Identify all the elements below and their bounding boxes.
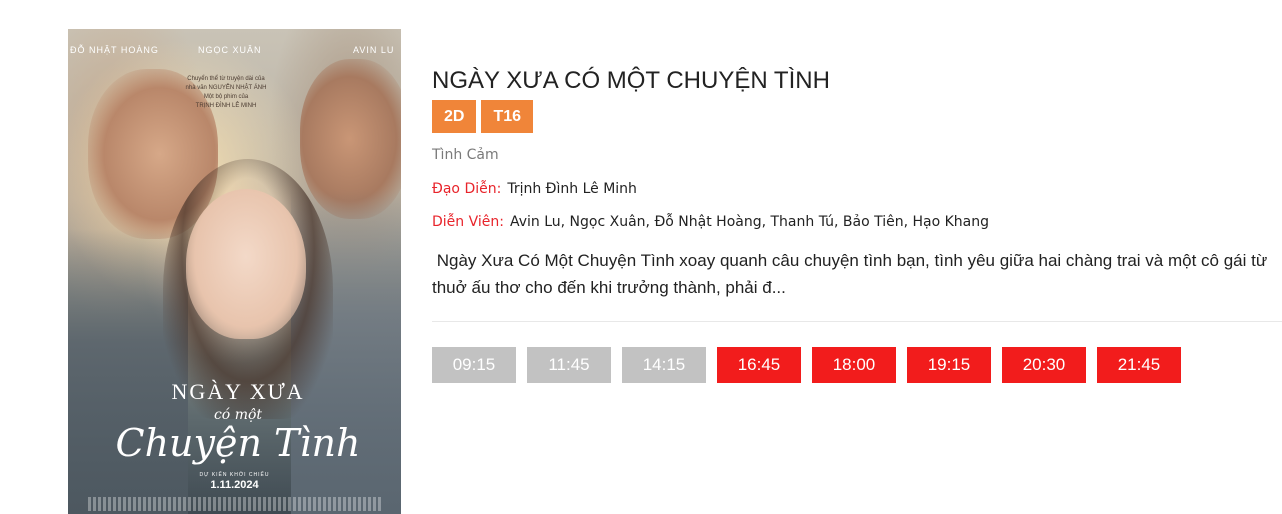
showtime-button[interactable]: 21:45 <box>1097 347 1181 383</box>
format-badge: 2D <box>432 100 477 133</box>
director-value: Trịnh Đình Lê Minh <box>507 181 637 197</box>
movie-title[interactable]: NGÀY XƯA CÓ MỘT CHUYỆN TÌNH <box>432 67 830 95</box>
poster-title-main: Chuyện Tình <box>115 421 361 465</box>
poster-credit-line: TRỊNH ĐÌNH LÊ MINH <box>195 103 257 109</box>
movie-director: Đạo Diễn: Trịnh Đình Lê Minh <box>432 181 637 197</box>
showtime-button[interactable]: 16:45 <box>717 347 801 383</box>
showtime-button[interactable]: 09:15 <box>432 347 516 383</box>
poster-credits: Chuyển thể từ truyện dài của nhà văn NGU… <box>166 75 286 111</box>
age-rating-badge: T16 <box>481 100 534 133</box>
poster-name: AVIN LU <box>353 45 395 55</box>
director-label: Đạo Diễn: <box>432 181 502 197</box>
movie-tags: 2D T16 <box>432 100 534 133</box>
showtime-button[interactable]: 14:15 <box>622 347 706 383</box>
movie-genre: Tình Cảm <box>432 147 499 163</box>
movie-cast: Diễn Viên: Avin Lu, Ngọc Xuân, Đỗ Nhật Ho… <box>432 214 989 230</box>
poster-name: ĐỖ NHẬT HOÀNG <box>70 45 159 55</box>
poster-name: NGỌC XUÂN <box>198 45 262 55</box>
divider <box>432 321 1282 322</box>
poster-credit-line: Một bộ phim của <box>203 94 249 100</box>
poster-actress-face <box>186 189 306 339</box>
showtime-button[interactable]: 19:15 <box>907 347 991 383</box>
showtime-button[interactable]: 11:45 <box>527 347 611 383</box>
showtime-button[interactable]: 18:00 <box>812 347 896 383</box>
poster-release-caption: DỰ KIẾN KHỞI CHIẾU <box>199 472 270 478</box>
poster-release-date: 1.11.2024 <box>210 479 259 491</box>
showtime-list: 09:15 11:45 14:15 16:45 18:00 19:15 20:3… <box>432 347 1192 383</box>
poster-title: NGÀY XƯA có một Chuyện Tình <box>108 379 368 465</box>
poster-billing-block <box>88 497 381 511</box>
cast-value: Avin Lu, Ngọc Xuân, Đỗ Nhật Hoàng, Thanh… <box>509 214 990 230</box>
poster-credit-line: Chuyển thể từ truyện dài của <box>187 76 265 82</box>
poster-title-top: NGÀY XƯA <box>171 379 305 404</box>
showtime-button[interactable]: 20:30 <box>1002 347 1086 383</box>
movie-poster[interactable]: ĐỖ NHẬT HOÀNG NGỌC XUÂN AVIN LU Chuyển t… <box>68 29 401 514</box>
movie-summary: Ngày Xưa Có Một Chuyện Tình xoay quanh c… <box>432 251 1272 297</box>
cast-label: Diễn Viên: <box>432 214 504 230</box>
poster-credit-line: nhà văn NGUYỄN NHẬT ÁNH <box>185 85 267 91</box>
